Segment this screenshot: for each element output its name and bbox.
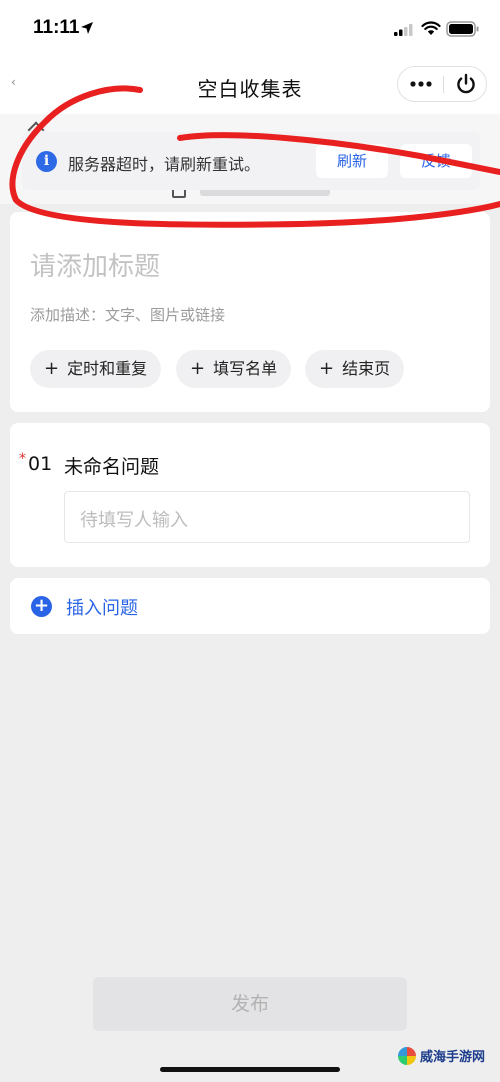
question-card[interactable]: * 01 未命名问题 待填写人输入 (10, 423, 490, 567)
plus-icon: + (190, 358, 206, 379)
add-circle-icon: + (31, 596, 52, 617)
plus-icon: + (319, 358, 335, 379)
wifi-icon (421, 21, 441, 35)
power-icon (456, 73, 475, 94)
watermark-text: 威海手游网 (420, 1050, 486, 1065)
end-page-chip[interactable]: + 结束页 (305, 350, 405, 388)
form-header-card: 请添加标题 添加描述：文字、图片或链接 + 定时和重复 + 填写名单 + 结束页 (10, 212, 490, 412)
watermark: 威海手游网 (398, 1046, 485, 1065)
more-button[interactable] (398, 67, 443, 101)
feedback-button[interactable]: 反馈 (400, 144, 472, 178)
insert-question-button[interactable]: + 插入问题 (10, 578, 490, 634)
insert-question-label: 插入问题 (66, 598, 138, 619)
error-toast: i 服务器超时，请刷新重试。 刷新 反馈 (22, 132, 480, 190)
info-icon: i (36, 151, 57, 172)
more-dots-icon (409, 81, 432, 87)
chip-label: 定时和重复 (67, 359, 148, 378)
mini-program-capsule (397, 66, 487, 102)
chip-label: 填写名单 (213, 359, 278, 378)
home-indicator (160, 1067, 340, 1072)
required-marker: * (19, 451, 26, 467)
schedule-repeat-chip[interactable]: + 定时和重复 (30, 350, 162, 388)
question-title[interactable]: 未命名问题 (64, 452, 159, 479)
question-number: 01 (28, 453, 53, 475)
respondent-list-chip[interactable]: + 填写名单 (176, 350, 292, 388)
location-arrow-icon (81, 22, 93, 34)
form-title-input[interactable]: 请添加标题 (30, 246, 160, 283)
chip-label: 结束页 (342, 359, 391, 378)
publish-button[interactable]: 发布 (93, 977, 407, 1031)
watermark-logo-icon (398, 1046, 416, 1065)
answer-input[interactable]: 待填写人输入 (64, 491, 470, 543)
form-description-input[interactable]: 添加描述：文字、图片或链接 (30, 304, 225, 325)
navigation-bar: ‹ 空白收集表 (0, 58, 500, 114)
status-time: 11:11 (33, 17, 80, 38)
status-bar: 11:11 (0, 0, 500, 58)
toast-message: 服务器超时，请刷新重试。 (68, 155, 261, 174)
battery-icon (446, 21, 479, 37)
answer-input-placeholder: 待填写人输入 (80, 510, 188, 531)
refresh-button[interactable]: 刷新 (316, 144, 388, 178)
cellular-signal-icon (394, 24, 413, 36)
close-button[interactable] (444, 67, 487, 101)
plus-icon: + (44, 358, 60, 379)
